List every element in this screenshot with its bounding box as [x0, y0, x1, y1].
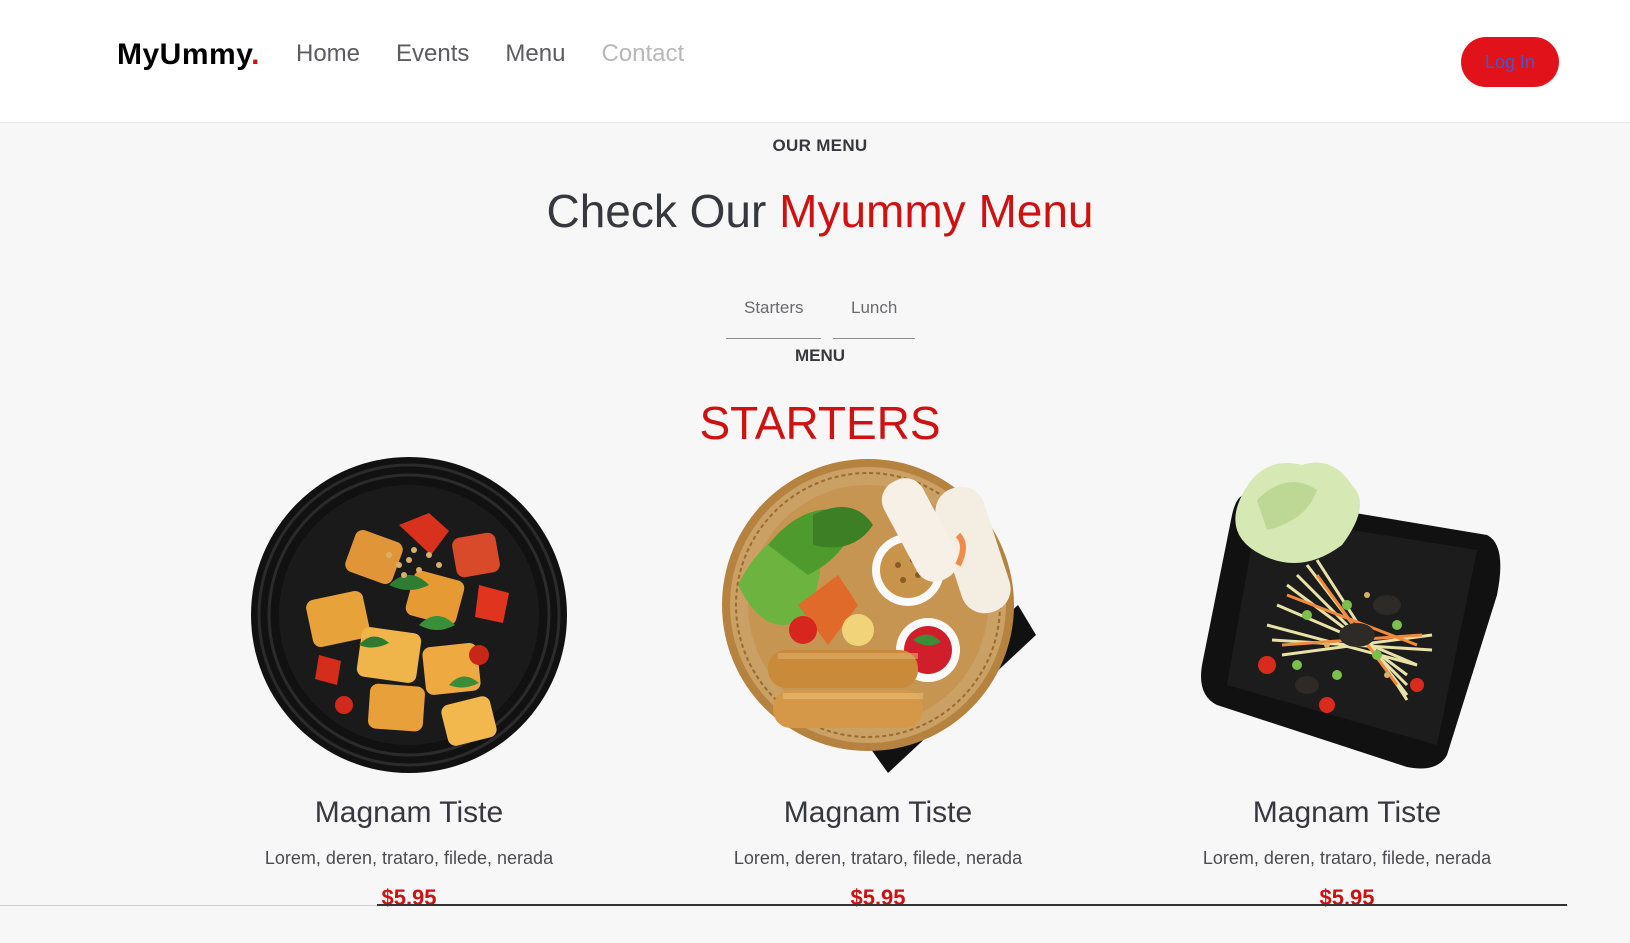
login-button[interactable]: Log In: [1461, 37, 1559, 87]
scroll-edge-line: [377, 904, 1567, 906]
site-header: MyUmmy. Home Events Menu Contact Log In: [0, 0, 1630, 123]
menu-tabs: Starters Lunch: [726, 292, 915, 339]
item-price: $5.95: [381, 885, 437, 910]
title-accent: Myummy Menu: [779, 185, 1094, 237]
title-plain: Check Our: [546, 185, 780, 237]
brand-name: MyUmmy: [117, 38, 252, 71]
brand-dot: .: [251, 38, 260, 71]
section-eyebrow: OUR MENU: [772, 136, 868, 155]
section-title: STARTERS: [699, 397, 941, 449]
tab-lunch[interactable]: Lunch: [833, 292, 915, 339]
item-name: Magnam Tiste: [783, 796, 973, 829]
item-price: $5.95: [850, 885, 906, 910]
tab-starters[interactable]: Starters: [726, 292, 821, 339]
nav-contact[interactable]: Contact: [601, 40, 684, 68]
item-desc: Lorem, deren, trataro, filede, nerada: [733, 848, 1023, 868]
brand-logo[interactable]: MyUmmy.: [117, 38, 260, 72]
menu-item[interactable]: Magnam Tiste Lorem, deren, trataro, file…: [1167, 455, 1527, 911]
item-desc: Lorem, deren, trataro, filede, nerada: [264, 848, 554, 868]
nav-menu[interactable]: Menu: [505, 40, 565, 68]
main-nav: Home Events Menu Contact: [296, 40, 684, 68]
tofu-bowl-image: [251, 457, 567, 773]
nav-events[interactable]: Events: [396, 40, 469, 68]
menu-item[interactable]: Magnam Tiste Lorem, deren, trataro, file…: [229, 455, 589, 911]
item-name: Magnam Tiste: [1252, 796, 1442, 829]
menu-sub-label: MENU: [794, 346, 846, 365]
item-price: $5.95: [1319, 885, 1375, 910]
item-desc: Lorem, deren, trataro, filede, nerada: [1202, 848, 1492, 868]
item-name: Magnam Tiste: [314, 796, 504, 829]
nav-home[interactable]: Home: [296, 40, 360, 68]
menu-item[interactable]: Magnam Tiste Lorem, deren, trataro, file…: [698, 455, 1058, 911]
page-title: Check Our Myummy Menu: [0, 184, 1630, 238]
spring-roll-basket-image: [722, 459, 1036, 773]
papaya-salad-plate-image: [1201, 462, 1501, 769]
